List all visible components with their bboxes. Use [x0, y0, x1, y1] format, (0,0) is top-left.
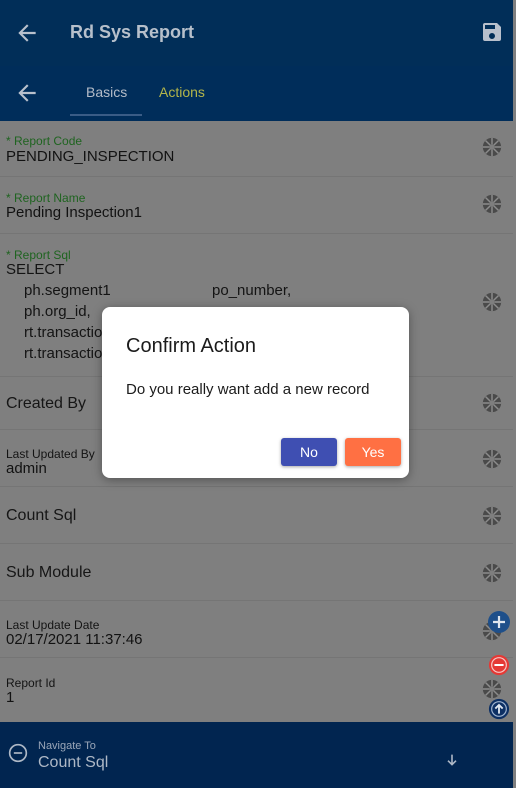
minus-circle-outline-icon[interactable] [8, 743, 28, 763]
field-report-name[interactable]: * Report Name Pending Inspection1 [0, 177, 513, 234]
active-tab-indicator [70, 114, 142, 116]
field-label: * Report Sql [6, 248, 71, 262]
tab-basics[interactable]: Basics [86, 84, 127, 100]
dialog-message: Do you really want add a new record [126, 381, 370, 398]
aperture-icon[interactable] [481, 291, 503, 313]
field-count-sql[interactable]: Count Sql [0, 487, 513, 544]
field-label: * Report Code [6, 134, 83, 148]
field-value: 1 [6, 689, 15, 706]
tab-bar: Basics Actions [0, 66, 513, 121]
field-value: 02/17/2021 11:37:46 [6, 631, 143, 648]
aperture-icon[interactable] [481, 562, 503, 584]
field-sub-module[interactable]: Sub Module [0, 544, 513, 601]
app-bar: Rd Sys Report [0, 0, 513, 66]
aperture-icon[interactable] [481, 136, 503, 158]
aperture-icon[interactable] [481, 193, 503, 215]
field-report-code[interactable]: * Report Code PENDING_INSPECTION [0, 121, 513, 177]
nav-label: Navigate To [38, 740, 96, 752]
sql-line: ph.segment1 [24, 282, 111, 299]
field-report-id[interactable]: Report Id 1 [0, 658, 513, 722]
sql-line: SELECT [6, 261, 65, 278]
no-button[interactable]: No [281, 438, 337, 466]
field-label: Last Updated By [6, 447, 95, 461]
field-label: Last Update Date [6, 618, 100, 632]
confirm-dialog: Confirm Action Do you really want add a … [102, 307, 409, 478]
field-label: Report Id [6, 676, 56, 690]
field-value: admin [6, 460, 47, 477]
field-label: * Report Name [6, 191, 86, 205]
floppy-disk-icon[interactable] [480, 20, 504, 44]
sql-line: rt.transactio [24, 345, 103, 362]
aperture-icon[interactable] [481, 505, 503, 527]
back-arrow-icon[interactable] [14, 20, 40, 46]
field-value: Pending Inspection1 [6, 204, 142, 221]
plus-circle-icon[interactable] [487, 610, 511, 634]
nav-value[interactable]: Count Sql [38, 754, 108, 772]
field-value: PENDING_INSPECTION [6, 148, 175, 165]
page-title: Rd Sys Report [70, 22, 195, 42]
field-label: Sub Module [6, 564, 92, 581]
sql-line: po_number, [212, 282, 292, 299]
field-last-update-date[interactable]: Last Update Date 02/17/2021 11:37:46 [0, 601, 513, 658]
aperture-icon[interactable] [481, 448, 503, 470]
dialog-title: Confirm Action [126, 335, 257, 357]
arrow-down-icon[interactable] [444, 752, 460, 768]
aperture-icon[interactable] [481, 392, 503, 414]
bottom-nav: Navigate To Count Sql [0, 722, 513, 788]
sql-line: ph.org_id, [24, 303, 91, 320]
minus-circle-icon[interactable] [488, 654, 510, 676]
tab-back-arrow-icon[interactable] [14, 80, 40, 106]
tab-actions[interactable]: Actions [159, 84, 205, 100]
field-label: Count Sql [6, 507, 77, 524]
sql-line: rt.transactio [24, 324, 103, 341]
arrow-up-circle-icon[interactable] [488, 698, 510, 720]
field-label: Created By [6, 395, 87, 412]
yes-button[interactable]: Yes [345, 438, 401, 466]
aperture-icon[interactable] [481, 678, 503, 700]
